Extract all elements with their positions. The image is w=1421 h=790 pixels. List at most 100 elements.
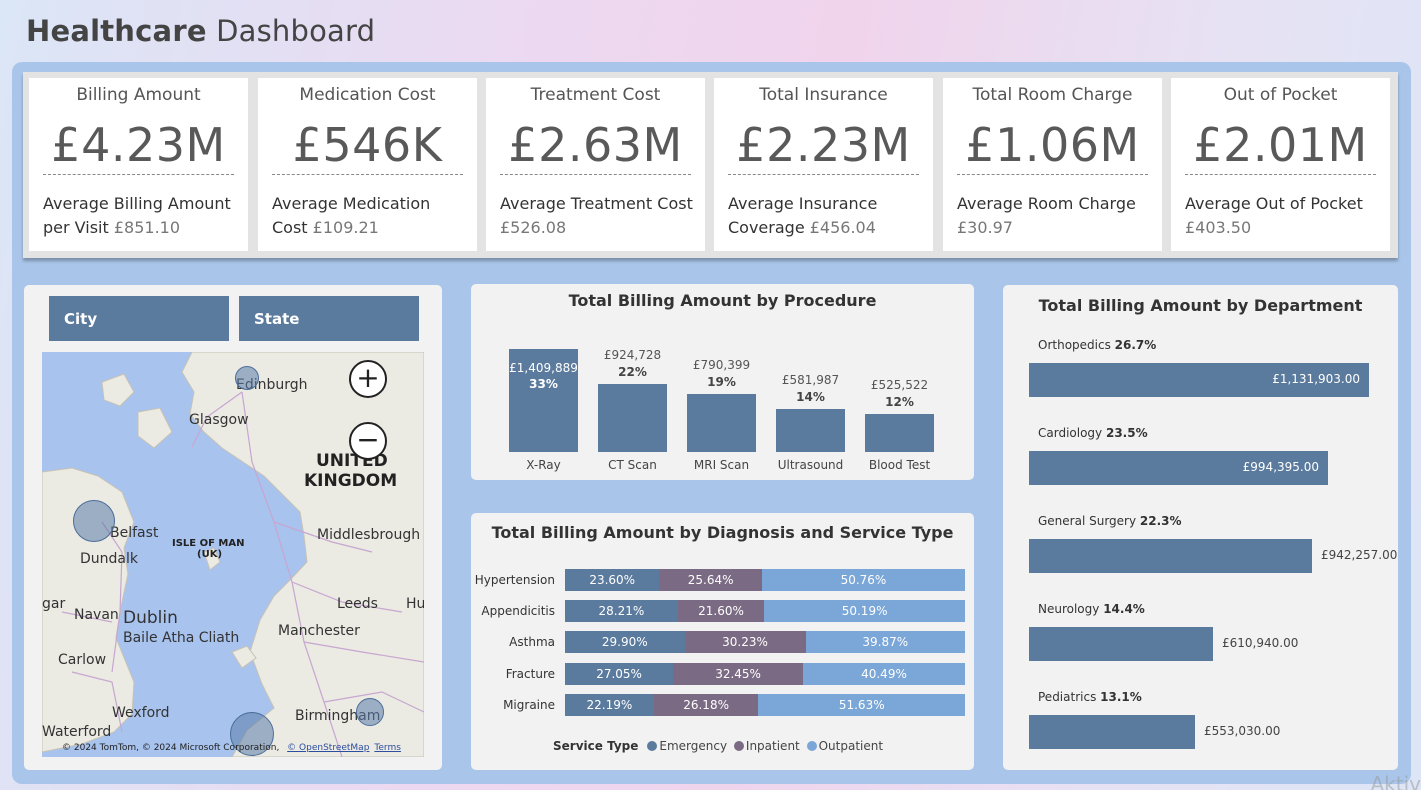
kpi-card-out-of-pocket[interactable]: Out of Pocket £2.01M Average Out of Pock… <box>1171 78 1390 251</box>
department-name: Orthopedics <box>1038 338 1111 352</box>
diagnosis-category-label: Migraine <box>503 698 555 712</box>
legend-item-outpatient[interactable]: Outpatient <box>819 739 883 753</box>
openstreetmap-link[interactable]: © OpenStreetMap <box>287 743 369 753</box>
diagnosis-segment-inpatient[interactable]: 30.23% <box>684 631 806 653</box>
map-label-uk: (UK) <box>197 549 223 560</box>
procedure-value-label: £581,987 <box>781 373 840 387</box>
department-value-label: £994,395.00 <box>1242 460 1319 474</box>
procedure-category-label: Blood Test <box>868 458 931 472</box>
kpi-card-billing-amount[interactable]: Billing Amount £4.23M Average Billing Am… <box>29 78 248 251</box>
service-type-legend: Service Type Emergency Inpatient Outpatie… <box>553 739 883 753</box>
kpi-subtext: Average Room Charge £30.97 <box>957 194 1136 237</box>
department-percent: 13.1% <box>1100 690 1142 704</box>
diagnosis-segment-outpatient[interactable]: 50.76% <box>761 569 965 591</box>
procedure-bar[interactable] <box>687 394 756 452</box>
procedure-category-label: Ultrasound <box>777 458 844 472</box>
diagnosis-segment-outpatient[interactable]: 51.63% <box>758 694 965 716</box>
procedure-chart-title: Total Billing Amount by Procedure <box>568 291 877 310</box>
procedure-percent-label: 14% <box>796 390 825 404</box>
diagnosis-category-label: Appendicitis <box>481 604 555 618</box>
legend-title: Service Type <box>553 739 639 753</box>
procedure-value-label: £790,399 <box>692 358 751 372</box>
department-name: Pediatrics <box>1038 690 1097 704</box>
procedure-category-label: MRI Scan <box>693 458 750 472</box>
legend-item-emergency[interactable]: Emergency <box>659 739 727 753</box>
map-label-belfast: Belfast <box>110 525 159 541</box>
kpi-divider <box>43 174 234 175</box>
map-label-manchester: Manchester <box>278 623 360 639</box>
kpi-divider <box>1185 174 1376 175</box>
procedure-category-label: CT Scan <box>608 458 657 472</box>
map-label-wexford: Wexford <box>112 705 170 721</box>
department-label: Orthopedics 26.7% <box>1038 338 1156 352</box>
department-value-label: £942,257.00 <box>1321 548 1398 562</box>
department-bar[interactable] <box>1029 539 1312 573</box>
kpi-label: Total Room Charge <box>972 85 1133 105</box>
kpi-subtext: Average Medication Cost £109.21 <box>272 194 431 237</box>
kpi-card-total-room-charge[interactable]: Total Room Charge £1.06M Average Room Ch… <box>943 78 1162 251</box>
map-label-isle-of-man: ISLE OF MAN <box>172 538 245 549</box>
diagnosis-segment-outpatient[interactable]: 40.49% <box>803 663 965 685</box>
kpi-divider <box>272 174 463 175</box>
state-slicer[interactable]: State <box>239 296 419 341</box>
kpi-subtext: Average Treatment Cost £526.08 <box>500 194 693 237</box>
diagnosis-segment-inpatient[interactable]: 21.60% <box>677 600 765 622</box>
department-label: Cardiology 23.5% <box>1038 426 1148 440</box>
procedure-bar[interactable] <box>776 409 845 452</box>
kpi-value: £546K <box>292 118 443 172</box>
legend-item-inpatient[interactable]: Inpatient <box>746 739 800 753</box>
map-bubble-birmingham[interactable] <box>356 698 384 726</box>
map-label-hu: Hu <box>406 596 424 612</box>
procedure-value-label: £924,728 <box>603 348 662 362</box>
department-percent: 22.3% <box>1139 514 1182 528</box>
diagnosis-segment-outpatient[interactable]: 39.87% <box>805 631 965 653</box>
zoom-out-button[interactable]: − <box>349 422 387 460</box>
kpi-value: £2.63M <box>508 118 683 172</box>
diagnosis-segment-emergency[interactable]: 29.90% <box>565 631 685 653</box>
diagnosis-segment-outpatient[interactable]: 50.19% <box>764 600 965 622</box>
map-label-navan: Navan <box>74 607 119 623</box>
zoom-in-button[interactable]: + <box>349 360 387 398</box>
department-chart-title: Total Billing Amount by Department <box>1038 296 1363 315</box>
map-label-gar: gar <box>42 596 66 612</box>
city-slicer[interactable]: City <box>49 296 229 341</box>
department-name: General Surgery <box>1038 514 1137 528</box>
kpi-label: Total Insurance <box>759 85 888 105</box>
diagnosis-segment-emergency[interactable]: 27.05% <box>565 663 674 685</box>
department-bar[interactable] <box>1029 627 1213 661</box>
map-visual[interactable]: Edinburgh Glasgow UNITED KINGDOM Belfast… <box>42 352 424 757</box>
kpi-subtext: Average Billing Amount per Visit £851.10 <box>43 194 231 237</box>
page-title: Healthcare Dashboard <box>26 14 376 48</box>
map-label-waterford: Waterford <box>42 724 112 740</box>
department-label: Pediatrics 13.1% <box>1038 690 1142 704</box>
procedure-bar[interactable] <box>865 414 934 452</box>
map-bubble-belfast[interactable] <box>73 500 115 542</box>
kpi-value: £2.01M <box>1193 118 1368 172</box>
activation-watermark: Aktiv <box>1370 772 1421 790</box>
diagnosis-segment-inpatient[interactable]: 32.45% <box>673 663 803 685</box>
procedure-percent-label: 19% <box>707 375 736 389</box>
department-value-label: £553,030.00 <box>1204 724 1281 738</box>
kpi-value: £2.23M <box>736 118 911 172</box>
map-bubble-edinburgh[interactable] <box>235 366 259 390</box>
diagnosis-segment-emergency[interactable]: 28.21% <box>565 600 678 622</box>
procedure-percent-label: 22% <box>618 365 647 379</box>
map-label-baile-atha-cliath: Baile Atha Cliath <box>123 630 240 646</box>
kpi-card-treatment-cost[interactable]: Treatment Cost £2.63M Average Treatment … <box>486 78 705 251</box>
kpi-card-total-insurance[interactable]: Total Insurance £2.23M Average Insurance… <box>714 78 933 251</box>
procedure-bar[interactable] <box>598 384 667 452</box>
diagnosis-category-label: Asthma <box>509 635 555 649</box>
department-bar[interactable] <box>1029 715 1195 749</box>
diagnosis-segment-inpatient[interactable]: 26.18% <box>653 694 759 716</box>
diagnosis-segment-inpatient[interactable]: 25.64% <box>659 569 762 591</box>
diagnosis-segment-emergency[interactable]: 22.19% <box>565 694 654 716</box>
inpatient-legend-dot <box>733 741 744 751</box>
diagnosis-segment-emergency[interactable]: 23.60% <box>565 569 660 591</box>
procedure-percent-label: 33% <box>529 377 558 391</box>
kpi-label: Treatment Cost <box>530 85 661 105</box>
terms-link[interactable]: Terms <box>374 743 401 753</box>
kpi-card-medication-cost[interactable]: Medication Cost £546K Average Medication… <box>258 78 477 251</box>
department-percent: 23.5% <box>1105 426 1148 440</box>
map-label-glasgow: Glasgow <box>189 412 249 428</box>
procedure-value-label: £1,409,889 <box>509 361 578 375</box>
